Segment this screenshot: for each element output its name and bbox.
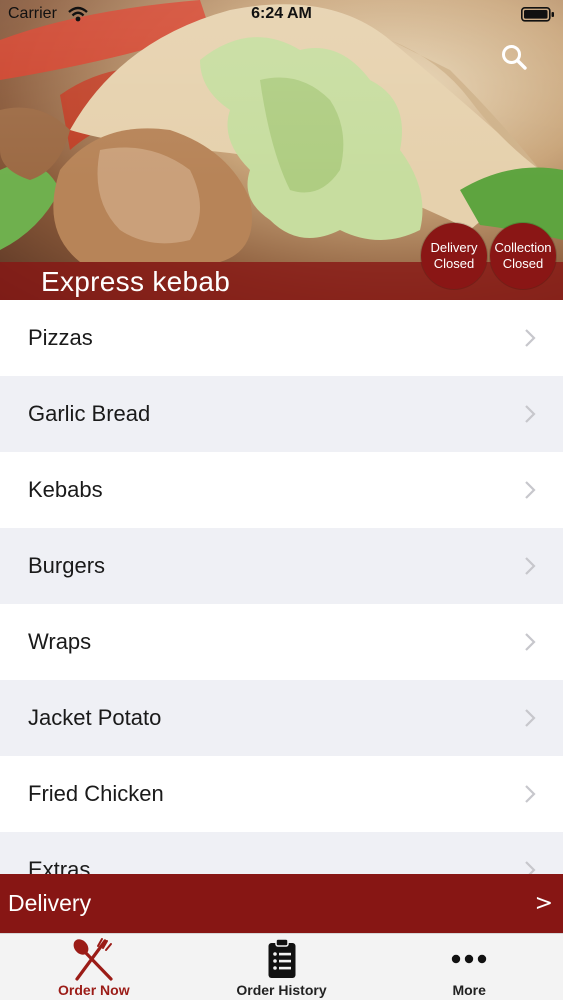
category-label: Wraps xyxy=(28,629,92,654)
category-label: Kebabs xyxy=(28,477,103,502)
tab-more[interactable]: More xyxy=(375,934,563,1000)
category-label: Jacket Potato xyxy=(28,705,162,730)
category-row-wraps[interactable]: Wraps xyxy=(0,604,563,680)
fork-knife-icon xyxy=(73,938,113,981)
category-label: Garlic Bread xyxy=(28,401,151,426)
category-label: Pizzas xyxy=(28,325,93,350)
category-row-fried-chicken[interactable]: Fried Chicken xyxy=(0,756,563,832)
delivery-arrow: > xyxy=(534,891,553,916)
category-list: Pizzas Garlic Bread Kebabs Burgers Wraps… xyxy=(0,300,563,874)
chevron-right-icon xyxy=(525,481,536,499)
category-label: Fried Chicken xyxy=(28,781,164,806)
badge-line: Delivery xyxy=(430,240,478,255)
category-row-jacket-potato[interactable]: Jacket Potato xyxy=(0,680,563,756)
tab-label: Order History xyxy=(236,982,327,998)
chevron-right-icon xyxy=(525,709,536,727)
search-button[interactable] xyxy=(495,38,533,76)
category-row-pizzas[interactable]: Pizzas xyxy=(0,300,563,376)
delivery-mode-label: Delivery xyxy=(8,890,92,916)
badge-line: Closed xyxy=(433,256,475,271)
chevron-right-icon xyxy=(525,633,536,651)
store-name: Express kebab xyxy=(41,266,231,297)
collection-status-badge: Collection Closed xyxy=(490,223,556,289)
category-row-kebabs[interactable]: Kebabs xyxy=(0,452,563,528)
badge-line: Closed xyxy=(502,256,544,271)
delivery-mode-bar[interactable]: Delivery > xyxy=(0,874,563,933)
badge-line: Collection xyxy=(494,240,552,255)
tab-label: More xyxy=(452,982,486,998)
hero-banner: Carrier 6:24 AM Express kebab Delivery C… xyxy=(0,0,563,300)
category-row-extras[interactable]: Extras xyxy=(0,832,563,874)
category-label: Extras xyxy=(28,857,91,874)
chevron-right-icon xyxy=(525,405,536,423)
clipboard-list-icon xyxy=(268,938,295,978)
category-label: Burgers xyxy=(28,553,106,578)
chevron-right-icon xyxy=(525,861,536,874)
tab-order-history[interactable]: Order History xyxy=(188,934,376,1000)
category-row-burgers[interactable]: Burgers xyxy=(0,528,563,604)
status-bar: Carrier 6:24 AM xyxy=(0,0,563,30)
tab-order-now[interactable]: Order Now xyxy=(0,934,188,1000)
category-row-garlic-bread[interactable]: Garlic Bread xyxy=(0,376,563,452)
clock: 6:24 AM xyxy=(251,5,312,22)
more-dots-icon xyxy=(451,954,487,964)
tab-label: Order Now xyxy=(58,982,130,998)
chevron-right-icon xyxy=(525,785,536,803)
chevron-right-icon xyxy=(525,329,536,347)
delivery-status-badge: Delivery Closed xyxy=(421,223,487,289)
battery-icon xyxy=(521,7,554,22)
search-icon xyxy=(502,45,527,70)
tab-bar: Order Now Order History More xyxy=(0,933,563,1000)
chevron-right-icon xyxy=(525,557,536,575)
